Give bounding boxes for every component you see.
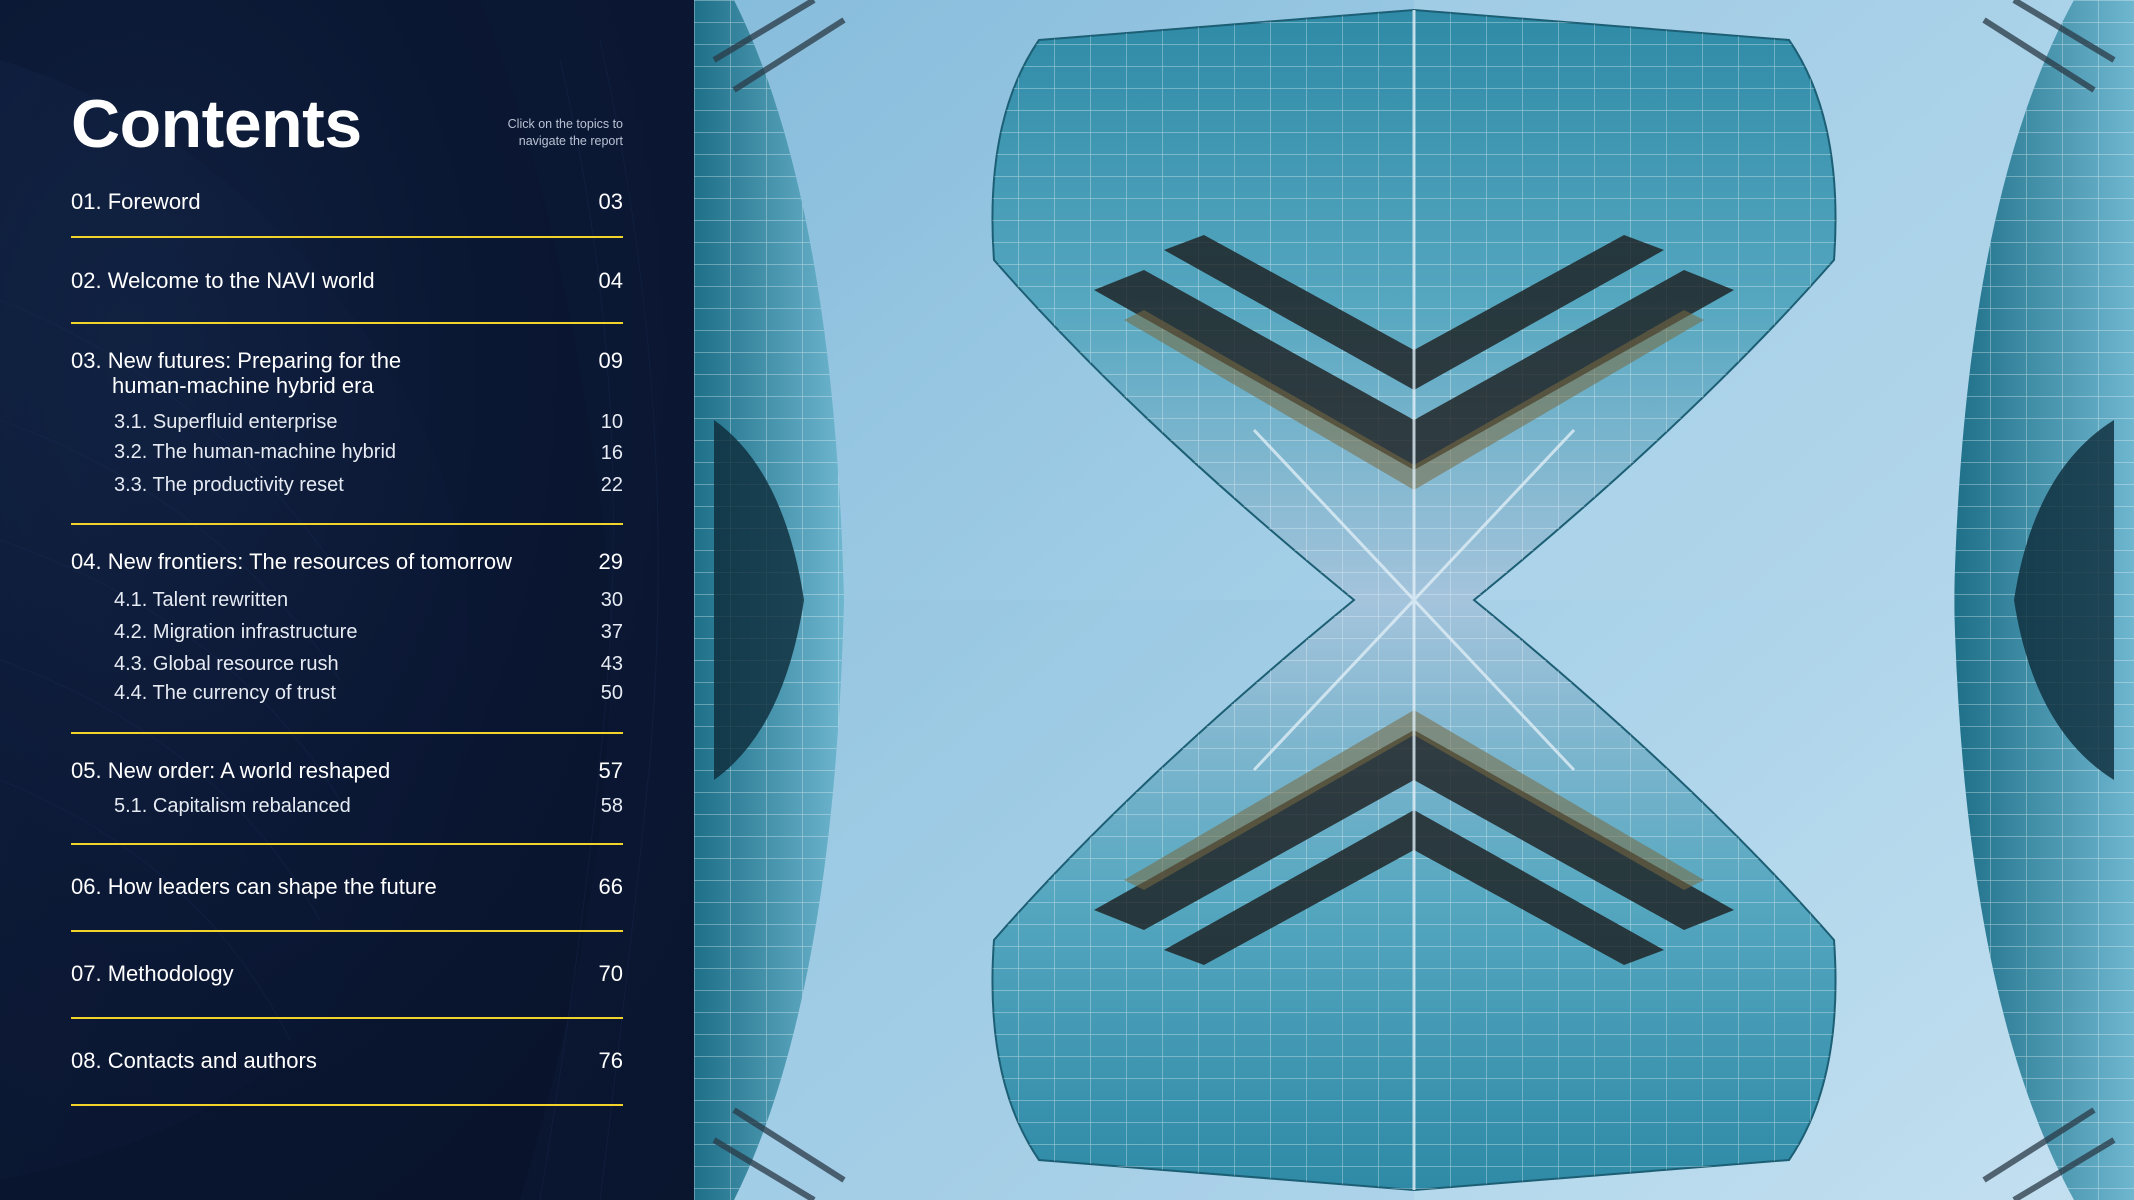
toc-link-contacts-authors[interactable]: 08. Contacts and authors [71,1048,571,1073]
toc-page-new-futures[interactable]: 09 [548,348,623,373]
toc-link-human-machine-hybrid[interactable]: 3.2. The human-machine hybrid [114,440,574,464]
toc-page-migration-infrastructure[interactable]: 37 [548,620,623,644]
toc-link-new-futures-line2: human-machine hybrid era [112,373,374,398]
toc-page-foreword[interactable]: 03 [548,189,623,214]
toc-page-how-leaders[interactable]: 66 [548,874,623,899]
toc-link-superfluid-enterprise[interactable]: 3.1. Superfluid enterprise [114,410,574,434]
divider-rule [71,930,623,932]
toc-page-talent-rewritten[interactable]: 30 [548,588,623,612]
toc-page-contacts-authors[interactable]: 76 [548,1048,623,1073]
toc-link-welcome[interactable]: 02. Welcome to the NAVI world [71,268,571,293]
divider-rule [71,1017,623,1019]
toc-link-capitalism-rebalanced[interactable]: 5.1. Capitalism rebalanced [114,794,574,818]
toc-page-global-resource-rush[interactable]: 43 [548,652,623,676]
toc-link-methodology[interactable]: 07. Methodology [71,961,571,986]
toc-page-currency-of-trust[interactable]: 50 [548,681,623,705]
toc-link-talent-rewritten[interactable]: 4.1. Talent rewritten [114,588,574,612]
divider-rule [71,1104,623,1106]
toc-link-global-resource-rush[interactable]: 4.3. Global resource rush [114,652,574,676]
report-contents-page: Contents Click on the topics to navigate… [0,0,2134,1200]
toc-page-superfluid-enterprise[interactable]: 10 [548,410,623,434]
toc-page-welcome[interactable]: 04 [548,268,623,293]
toc-page-methodology[interactable]: 70 [548,961,623,986]
toc-link-currency-of-trust[interactable]: 4.4. The currency of trust [114,681,574,705]
toc-page-productivity-reset[interactable]: 22 [548,473,623,497]
mirrored-skyscraper-illustration [694,0,2134,1200]
building-photo [694,0,2134,1200]
page-title: Contents [71,86,362,162]
divider-rule [71,236,623,238]
toc-page-human-machine-hybrid[interactable]: 16 [548,441,623,465]
toc-link-how-leaders[interactable]: 06. How leaders can shape the future [71,874,571,899]
divider-rule [71,523,623,525]
divider-rule [71,732,623,734]
navigation-hint: Click on the topics to navigate the repo… [507,117,623,148]
divider-rule [71,843,623,845]
toc-page-new-order[interactable]: 57 [548,758,623,783]
toc-link-foreword[interactable]: 01. Foreword [71,189,571,214]
toc-link-new-order[interactable]: 05. New order: A world reshaped [71,758,571,783]
toc-page-capitalism-rebalanced[interactable]: 58 [548,794,623,818]
toc-link-migration-infrastructure[interactable]: 4.2. Migration infrastructure [114,620,574,644]
toc-link-productivity-reset[interactable]: 3.3. The productivity reset [114,473,574,497]
toc-page-new-frontiers[interactable]: 29 [548,549,623,574]
toc-link-new-futures[interactable]: 03. New futures: Preparing for the human… [71,348,571,398]
toc-link-new-frontiers[interactable]: 04. New frontiers: The resources of tomo… [71,549,571,574]
divider-rule [71,322,623,324]
toc-link-new-futures-line1: 03. New futures: Preparing for the [71,348,402,373]
contents-panel: Contents Click on the topics to navigate… [0,0,694,1200]
